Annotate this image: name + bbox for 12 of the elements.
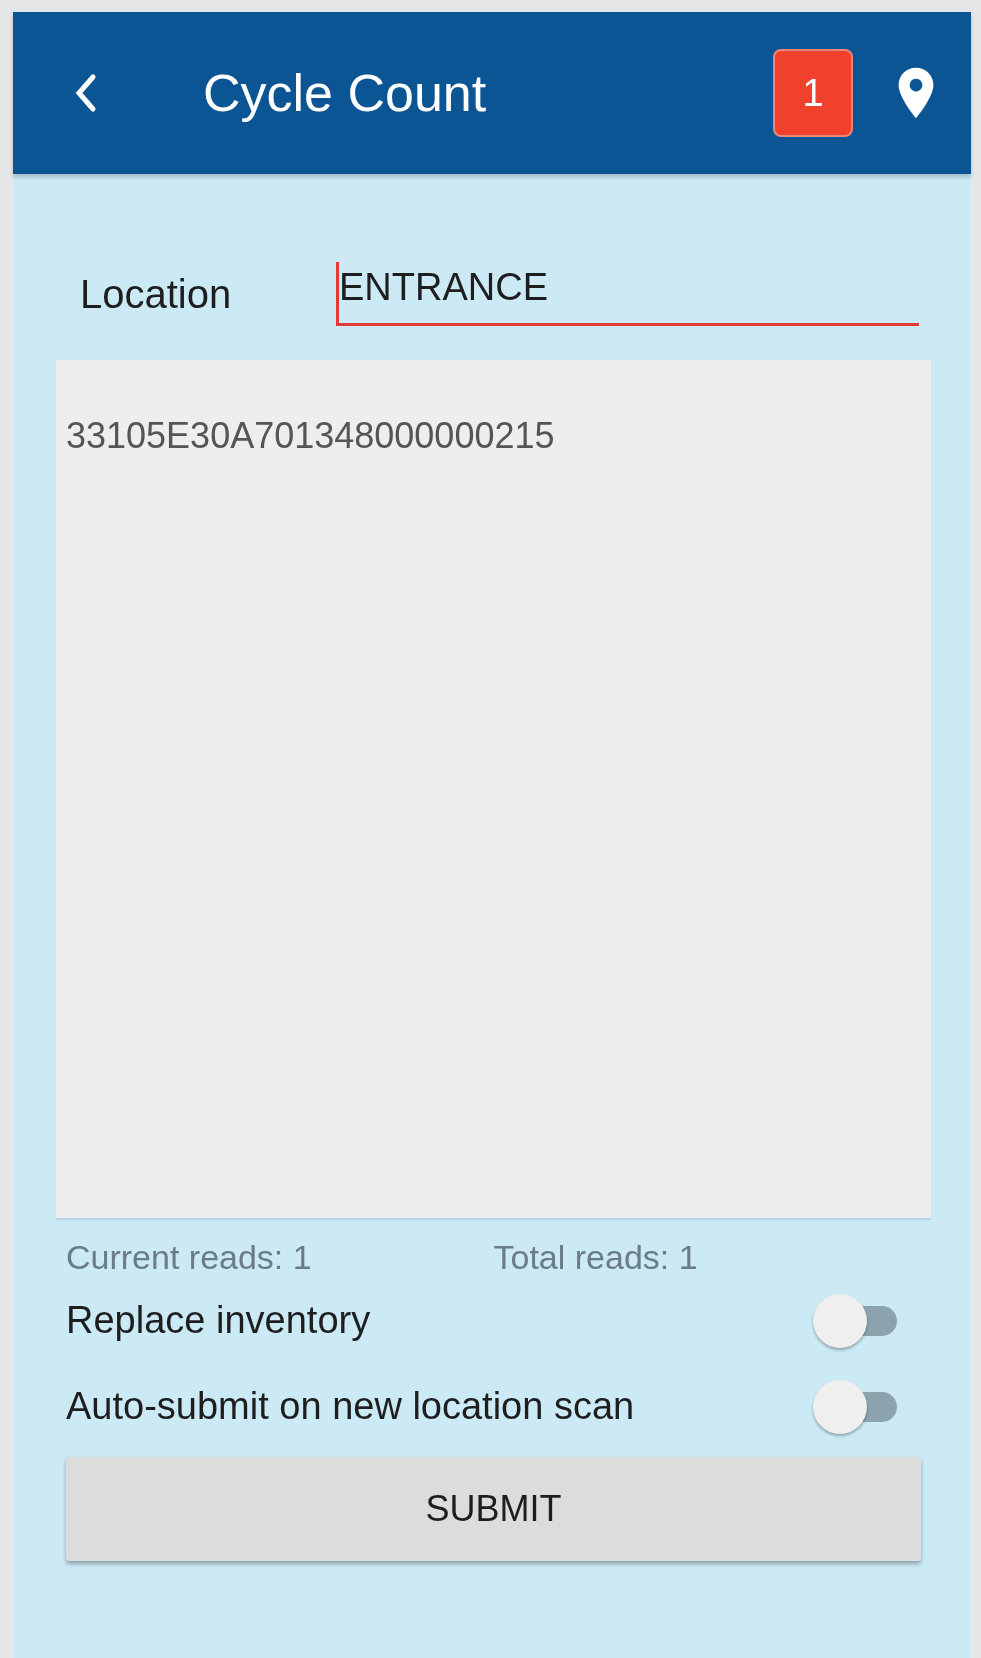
- toggle-label: Replace inventory: [66, 1298, 371, 1342]
- toggle-label: Auto-submit on new location scan: [66, 1384, 635, 1428]
- location-pin-icon[interactable]: [897, 66, 935, 120]
- location-label: Location: [79, 271, 233, 317]
- tag-id[interactable]: 33105E30A701348000000215: [66, 415, 555, 457]
- total-reads: Total reads: 1: [493, 1238, 699, 1277]
- count-badge: 1: [773, 49, 853, 137]
- screen-title: Cycle Count: [203, 63, 488, 123]
- current-reads: Current reads: 1: [66, 1238, 313, 1277]
- location-input[interactable]: ENTRANCE: [336, 262, 919, 326]
- submit-button[interactable]: SUBMIT: [66, 1457, 921, 1561]
- back-icon[interactable]: [73, 73, 97, 113]
